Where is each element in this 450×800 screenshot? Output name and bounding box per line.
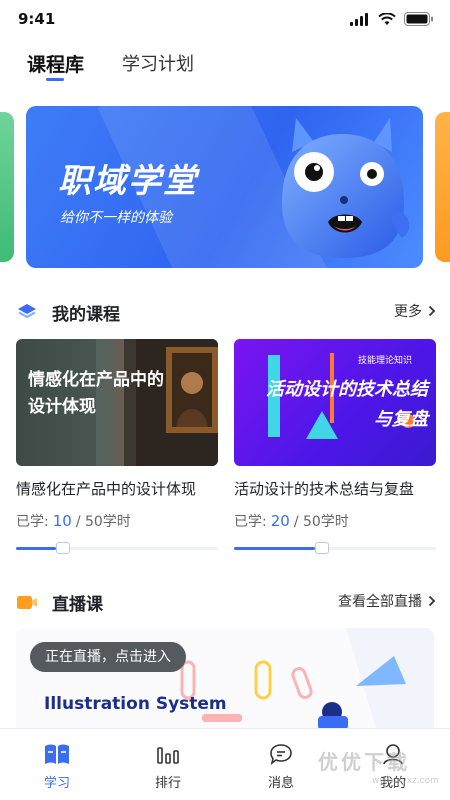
book-icon xyxy=(45,744,69,764)
total-hours: 50学时 xyxy=(302,514,349,530)
my-courses-more-link[interactable]: 更多 xyxy=(394,301,436,321)
tab-study-plan[interactable]: 学习计划 xyxy=(122,50,194,76)
chevron-right-icon xyxy=(428,595,436,607)
progress-bar xyxy=(16,542,218,554)
course-thumbnail[interactable]: 情感化在产品中的设计体现 xyxy=(16,339,218,466)
my-courses-header: 我的课程 更多 xyxy=(0,298,450,328)
live-courses-title: 直播课 xyxy=(52,595,103,615)
learned-label: 已学: xyxy=(16,514,49,530)
course-card[interactable]: 情感化在产品中的设计体现 情感化在产品中的设计体现 已学: 10/ 50学时 xyxy=(16,339,218,554)
video-camera-icon xyxy=(17,596,37,609)
learned-hours: 10 xyxy=(52,512,72,530)
live-courses-header: 直播课 查看全部直播 xyxy=(0,588,450,618)
status-icons xyxy=(350,12,434,26)
wifi-icon xyxy=(378,12,396,25)
banner-title: 职域学堂 xyxy=(58,161,198,200)
course-name[interactable]: 活动设计的技术总结与复盘 xyxy=(234,478,436,499)
course-thumbnail[interactable]: 技能理论知识 活动设计的技术总结与复盘 xyxy=(234,339,436,466)
banner-subtitle: 给你不一样的体验 xyxy=(60,210,172,226)
progress-handle xyxy=(56,542,70,554)
course-progress-text: 已学: 10/ 50学时 xyxy=(16,512,131,530)
view-all-label: 查看全部直播 xyxy=(338,594,422,610)
banner-prev-peek[interactable] xyxy=(0,112,14,262)
mascot-illustration xyxy=(282,118,410,258)
live-art-text: Illustration System xyxy=(44,694,227,714)
progress-handle xyxy=(315,542,329,554)
progress-fill xyxy=(16,547,56,550)
course-thumbnail-text: 活动设计的技术总结与复盘 xyxy=(266,379,428,430)
tab-study-label: 学习 xyxy=(43,776,70,791)
course-name[interactable]: 情感化在产品中的设计体现 xyxy=(16,478,218,499)
tab-ranking[interactable]: 排行 xyxy=(138,743,198,791)
battery-icon xyxy=(404,12,433,26)
top-tabs: 课程库 学习计划 xyxy=(0,44,450,88)
watermark: 优优下载 xyxy=(318,750,410,774)
status-bar: 9:41 xyxy=(0,0,450,40)
course-thumbnail-tag: 技能理论知识 xyxy=(357,356,412,366)
watermark-url: www.yyxz.com xyxy=(372,776,439,786)
more-label: 更多 xyxy=(394,304,422,320)
status-time: 9:41 xyxy=(18,10,56,28)
live-now-pill[interactable]: 正在直播，点击进入 xyxy=(30,642,186,672)
total-hours: 50学时 xyxy=(84,514,131,530)
view-all-live-link[interactable]: 查看全部直播 xyxy=(338,591,436,611)
tab-course-library[interactable]: 课程库 xyxy=(27,50,84,77)
active-tab-indicator xyxy=(46,78,64,81)
live-course-card[interactable]: 正在直播，点击进入 Illustration System xyxy=(16,628,434,728)
chevron-right-icon xyxy=(428,305,436,317)
tab-study[interactable]: 学习 xyxy=(27,743,87,791)
tab-messages-label: 消息 xyxy=(267,776,294,791)
course-thumbnail-text: 情感化在产品中的设计体现 xyxy=(28,370,164,417)
layers-icon xyxy=(18,304,36,319)
tab-messages[interactable]: 消息 xyxy=(251,743,311,791)
learned-label: 已学: xyxy=(234,514,267,530)
ranking-icon xyxy=(157,747,179,764)
course-progress-text: 已学: 20/ 50学时 xyxy=(234,512,349,530)
learned-hours: 20 xyxy=(270,512,290,530)
message-icon xyxy=(270,744,292,765)
signal-icon xyxy=(350,12,368,26)
banner-next-peek[interactable] xyxy=(435,112,450,262)
banner[interactable]: 职域学堂 给你不一样的体验 xyxy=(26,106,423,268)
progress-bar xyxy=(234,542,436,554)
progress-fill xyxy=(234,547,315,550)
course-card[interactable]: 技能理论知识 活动设计的技术总结与复盘 活动设计的技术总结与复盘 已学: 20/ … xyxy=(234,339,436,554)
my-courses-title: 我的课程 xyxy=(52,305,120,325)
tab-ranking-label: 排行 xyxy=(154,776,181,791)
